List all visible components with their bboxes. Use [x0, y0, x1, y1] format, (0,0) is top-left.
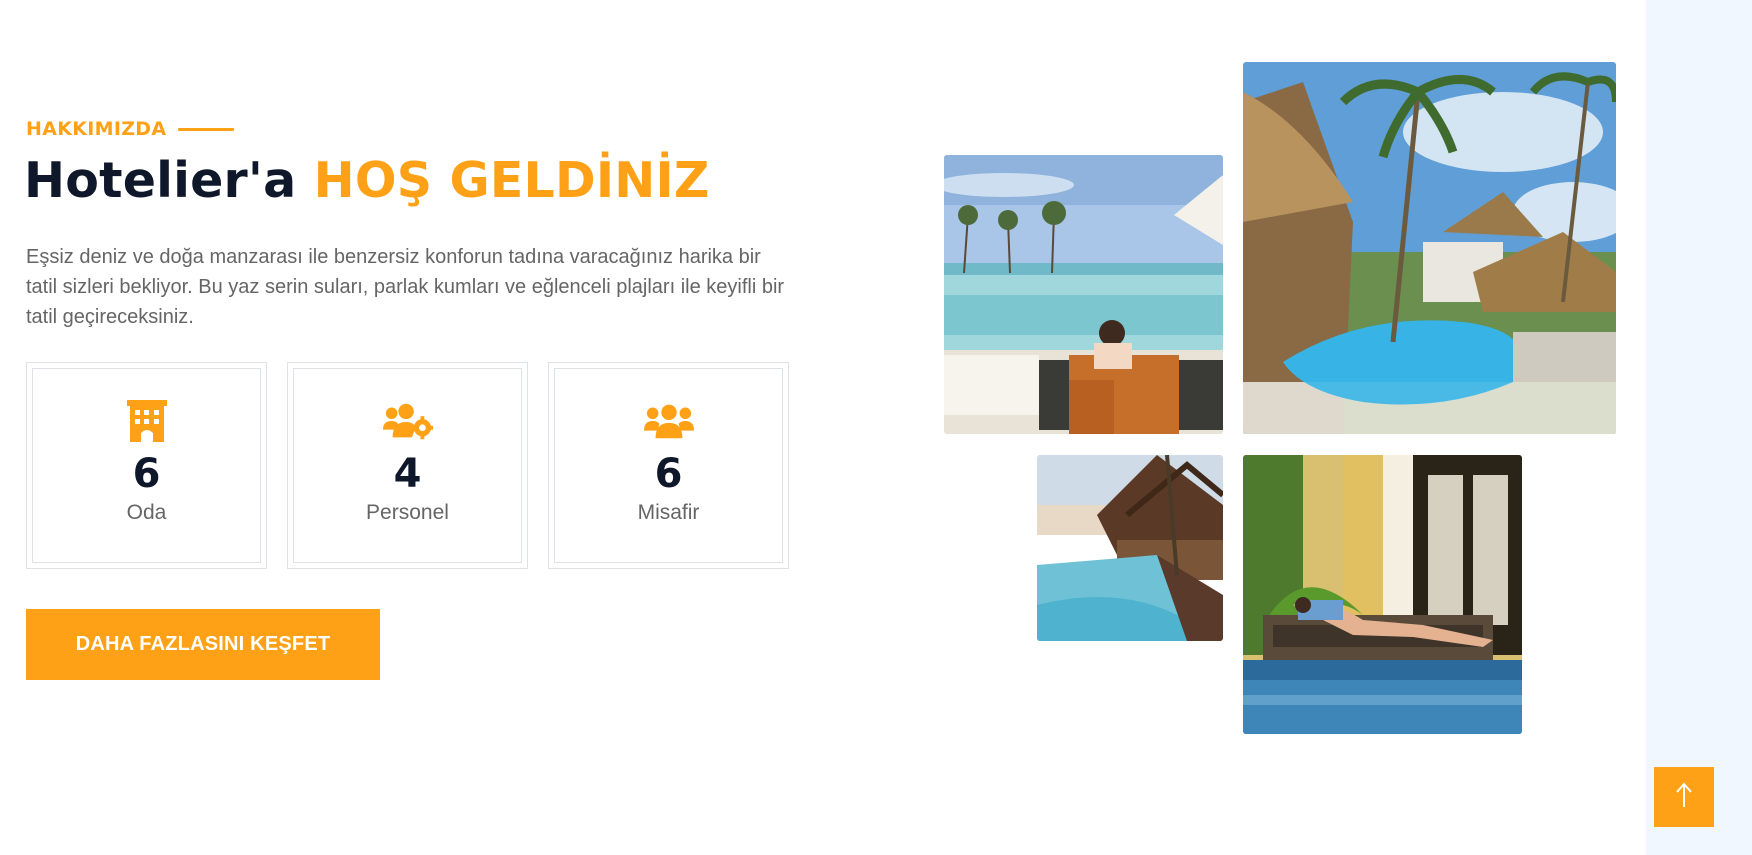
explore-more-button[interactable]: DAHA FAZLASINI KEŞFET — [26, 609, 380, 680]
pool-deck-lodge-photo — [1037, 455, 1223, 641]
stat-card-rooms: 6 Oda — [26, 362, 267, 569]
back-to-top-button[interactable] — [1654, 767, 1714, 827]
stats-row: 6 Oda 4 Personel 6 Misafir — [26, 362, 789, 569]
about-section: HAKKIMIZDA Hotelier'a HOŞ GELDİNİZ Eşsiz… — [0, 0, 1752, 855]
tropical-pool-palms-photo — [1243, 62, 1616, 434]
users-cog-icon — [382, 399, 433, 443]
stat-card-guests: 6 Misafir — [548, 362, 789, 569]
hotel-icon — [122, 399, 172, 443]
stat-number: 4 — [393, 451, 422, 497]
stat-label: Oda — [126, 501, 167, 524]
section-eyebrow: HAKKIMIZDA — [26, 118, 235, 140]
stat-number: 6 — [654, 451, 683, 497]
poolside-sunbather-photo — [1243, 455, 1522, 734]
side-panel — [1646, 0, 1752, 855]
title-main: Hotelier'a — [24, 152, 297, 209]
page-title: Hotelier'a HOŞ GELDİNİZ — [24, 150, 710, 212]
users-icon — [643, 399, 694, 443]
eyebrow-divider — [178, 127, 235, 131]
stat-label: Personel — [366, 501, 449, 524]
arrow-up-icon — [1674, 781, 1694, 813]
about-description: Eşsiz deniz ve doğa manzarası ile benzer… — [26, 246, 785, 328]
eyebrow-label: HAKKIMIZDA — [26, 118, 167, 140]
stat-card-staff: 4 Personel — [287, 362, 528, 569]
beach-pool-lounger-photo — [944, 155, 1223, 434]
stat-label: Misafir — [637, 501, 700, 524]
stat-number: 6 — [132, 451, 161, 497]
title-accent: HOŞ GELDİNİZ — [313, 152, 710, 209]
